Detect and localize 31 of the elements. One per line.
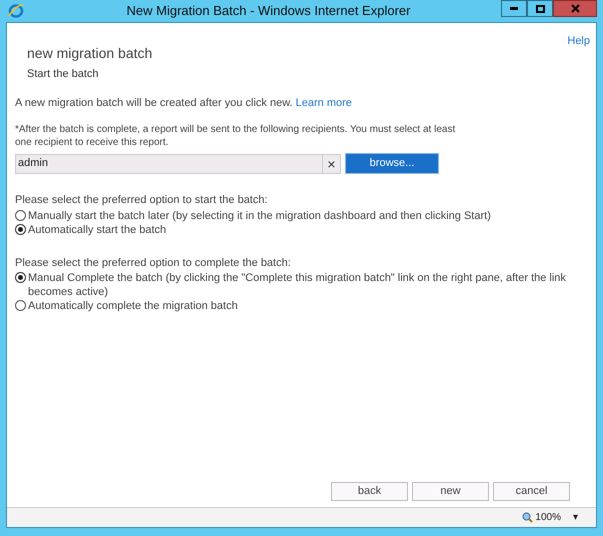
footer-button[interactable]: new bbox=[412, 482, 489, 501]
radio-button[interactable] bbox=[15, 272, 26, 283]
browser-logo-icon bbox=[8, 3, 24, 19]
zoom-icon bbox=[522, 512, 534, 523]
learn-more-link[interactable]: Learn more bbox=[296, 96, 352, 108]
page-subheading: Start the batch bbox=[27, 67, 100, 82]
window-title: New Migration Batch - Windows Internet Explorer bbox=[126, 2, 412, 20]
browse-button[interactable]: browse... bbox=[345, 153, 439, 174]
recipients-note: *After the batch is complete, a report will be sent to the following recipients. You must select at least one recipient to receive this report. bbox=[15, 123, 456, 149]
close-icon bbox=[570, 4, 580, 13]
page-heading: new migration batch bbox=[27, 44, 154, 63]
option-label: Automatically complete the migration batch bbox=[28, 299, 238, 313]
recipient-field[interactable]: admin × bbox=[15, 154, 341, 174]
option-label: Manually start the batch later (by selecting it in the migration dashboard and then clicking Start) bbox=[28, 208, 491, 222]
help-link[interactable]: Help bbox=[567, 33, 590, 50]
option-prompt: Please select the preferred option to complete the batch: bbox=[15, 256, 292, 270]
option-label: Automatically start the batch bbox=[28, 222, 166, 236]
option-prompt: Please select the preferred option to start the batch: bbox=[15, 193, 269, 208]
minimize-button[interactable] bbox=[501, 0, 527, 17]
zoom-level[interactable]: 100% bbox=[535, 510, 561, 525]
recipient-value: admin bbox=[17, 156, 49, 172]
close-button[interactable] bbox=[553, 0, 597, 17]
radio-button[interactable] bbox=[15, 300, 26, 311]
radio-button[interactable] bbox=[15, 210, 26, 220]
footer-button[interactable]: back bbox=[331, 482, 408, 501]
clear-button[interactable]: × bbox=[322, 154, 340, 172]
option-label: Manual Complete the batch (by clicking the "Complete this migration batch" link on the right pane, after the link becomes active) bbox=[28, 271, 567, 299]
radio-button[interactable] bbox=[15, 224, 26, 234]
zoom-dropdown[interactable]: ▾ bbox=[573, 510, 578, 525]
intro-text: A new migration batch will be created after you click new. Learn more bbox=[15, 96, 353, 110]
footer-button[interactable]: cancel bbox=[493, 482, 570, 501]
